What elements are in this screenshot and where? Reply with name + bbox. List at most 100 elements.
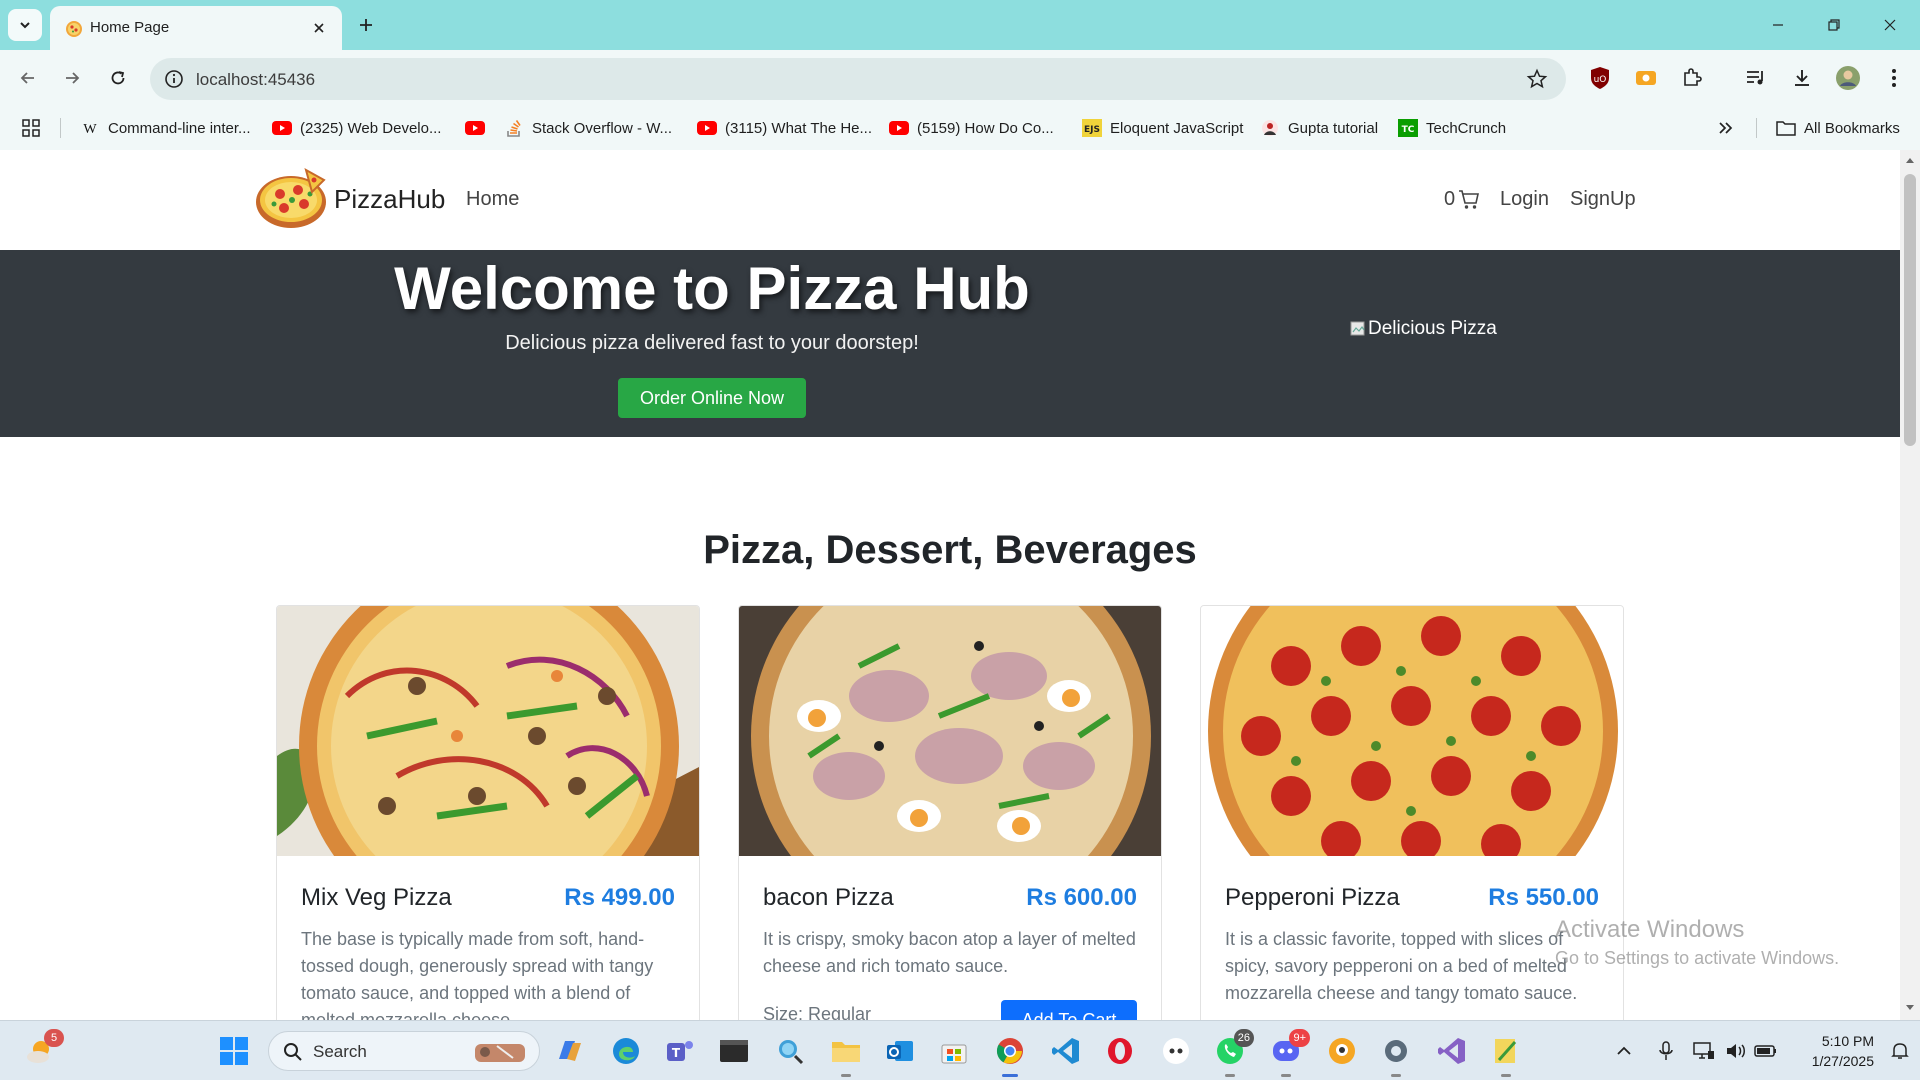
nav-signup-link[interactable]: SignUp bbox=[1570, 188, 1636, 211]
close-tab-icon[interactable] bbox=[308, 17, 330, 39]
file-explorer-app[interactable] bbox=[828, 1033, 864, 1077]
taskbar-search-box[interactable]: Search bbox=[268, 1031, 540, 1071]
brave-app[interactable] bbox=[1324, 1033, 1360, 1069]
weather-widget[interactable]: 5 bbox=[22, 1029, 64, 1069]
youtube-icon bbox=[272, 119, 292, 137]
vscode-icon bbox=[1051, 1036, 1081, 1066]
running-indicator bbox=[1391, 1074, 1401, 1077]
address-bar[interactable]: localhost:45436 bbox=[150, 58, 1566, 100]
bookmark-item[interactable]: Gupta tutorial bbox=[1260, 117, 1378, 139]
order-online-button[interactable]: Order Online Now bbox=[618, 378, 806, 418]
nav-login-link[interactable]: Login bbox=[1500, 188, 1549, 211]
bookmark-item[interactable]: (2325) Web Develo... bbox=[272, 117, 441, 139]
apps-grid-button[interactable] bbox=[22, 117, 40, 139]
bookmark-item[interactable]: EJS Eloquent JavaScript bbox=[1082, 117, 1243, 139]
all-bookmarks-button[interactable]: All Bookmarks bbox=[1776, 117, 1900, 139]
download-icon[interactable] bbox=[1788, 64, 1816, 92]
windows-taskbar: 5 Search T 26 9+ 5:10 PM 1/27/2025 bbox=[0, 1020, 1920, 1080]
browser-menu-icon[interactable] bbox=[1880, 64, 1908, 92]
minimize-button[interactable] bbox=[1758, 10, 1798, 40]
back-button[interactable] bbox=[12, 62, 44, 94]
svg-text:W: W bbox=[83, 122, 97, 135]
running-indicator bbox=[1281, 1074, 1291, 1077]
network-button[interactable] bbox=[1686, 1033, 1722, 1069]
bookmark-item[interactable]: TC TechCrunch bbox=[1398, 117, 1506, 139]
media-queue-icon[interactable] bbox=[1742, 64, 1770, 92]
coupon-extension-icon[interactable] bbox=[1632, 64, 1660, 92]
product-description: It is crispy, smoky bacon atop a layer o… bbox=[763, 929, 1136, 976]
tab-title: Home Page bbox=[90, 19, 170, 36]
site-navbar: PizzaHub Home 0 Login SignUp bbox=[0, 150, 1900, 250]
windows-logo-icon bbox=[219, 1036, 249, 1066]
add-to-cart-button[interactable]: Add To Cart bbox=[1001, 1000, 1137, 1020]
youtube-icon bbox=[465, 119, 485, 137]
teams-icon: T bbox=[665, 1037, 695, 1065]
search-app[interactable] bbox=[772, 1033, 808, 1069]
notifications-button[interactable] bbox=[1882, 1033, 1918, 1069]
copilot-app[interactable] bbox=[552, 1033, 588, 1069]
page-scrollbar[interactable] bbox=[1900, 150, 1920, 1020]
show-hidden-icons-button[interactable] bbox=[1606, 1033, 1642, 1069]
bookmark-item[interactable]: (5159) How Do Co... bbox=[889, 117, 1054, 139]
settings-app[interactable] bbox=[1378, 1033, 1414, 1077]
brand-name[interactable]: PizzaHub bbox=[334, 184, 445, 215]
reload-button[interactable] bbox=[102, 62, 134, 94]
store-icon bbox=[939, 1037, 969, 1065]
terminal-icon bbox=[719, 1038, 749, 1064]
close-window-button[interactable] bbox=[1870, 10, 1910, 40]
search-icon bbox=[283, 1042, 303, 1062]
hero-title: Welcome to Pizza Hub bbox=[394, 255, 1030, 322]
discord-app[interactable]: 9+ bbox=[1268, 1029, 1310, 1077]
restore-icon bbox=[1827, 18, 1841, 32]
bookmarks-divider bbox=[60, 118, 61, 138]
app-launcher[interactable] bbox=[1158, 1033, 1194, 1069]
outlook-app[interactable] bbox=[882, 1033, 918, 1069]
activate-windows-watermark: Activate Windows Go to Settings to activ… bbox=[1555, 916, 1839, 969]
chevron-up-icon bbox=[1616, 1046, 1632, 1056]
discord-badge: 9+ bbox=[1289, 1029, 1310, 1047]
whatsapp-app[interactable]: 26 bbox=[1212, 1029, 1254, 1077]
profile-avatar-icon[interactable] bbox=[1834, 64, 1862, 92]
scroll-up-arrow-icon[interactable] bbox=[1905, 156, 1915, 164]
bookmark-item[interactable]: Stack Overflow - W... bbox=[504, 117, 672, 139]
edge-app[interactable] bbox=[608, 1033, 644, 1069]
chrome-app[interactable] bbox=[992, 1033, 1028, 1077]
scrollbar-thumb[interactable] bbox=[1904, 174, 1916, 446]
product-size[interactable]: Size: Regular bbox=[763, 1004, 871, 1020]
bookmark-item[interactable]: W Command-line inter... bbox=[80, 117, 250, 139]
bookmark-label: Stack Overflow - W... bbox=[532, 119, 673, 137]
cart-count[interactable]: 0 bbox=[1444, 188, 1455, 211]
svg-text:EJS: EJS bbox=[1084, 125, 1100, 135]
notes-app[interactable] bbox=[1488, 1033, 1524, 1077]
svg-text:uO: uO bbox=[1594, 75, 1607, 85]
forward-button[interactable] bbox=[56, 62, 88, 94]
nav-home-link[interactable]: Home bbox=[466, 188, 519, 211]
cart-icon[interactable] bbox=[1458, 188, 1480, 210]
more-bookmarks-button[interactable] bbox=[1718, 117, 1734, 139]
system-clock[interactable]: 5:10 PM 1/27/2025 bbox=[1782, 1031, 1874, 1071]
vscode-app[interactable] bbox=[1048, 1033, 1084, 1069]
scroll-down-arrow-icon[interactable] bbox=[1905, 1004, 1915, 1012]
pizza-logo-icon[interactable] bbox=[254, 164, 328, 230]
battery-button[interactable] bbox=[1748, 1033, 1784, 1069]
visual-studio-app[interactable] bbox=[1434, 1033, 1470, 1069]
tab-search-button[interactable] bbox=[8, 9, 42, 41]
terminal-app[interactable] bbox=[716, 1033, 752, 1069]
bookmark-item[interactable] bbox=[465, 117, 493, 139]
microphone-button[interactable] bbox=[1648, 1033, 1684, 1069]
restore-button[interactable] bbox=[1814, 10, 1854, 40]
opera-app[interactable] bbox=[1102, 1033, 1138, 1069]
active-tab[interactable]: Home Page bbox=[50, 6, 342, 50]
start-button[interactable] bbox=[216, 1033, 252, 1069]
ublock-extension-icon[interactable]: uO bbox=[1586, 64, 1614, 92]
store-app[interactable] bbox=[936, 1033, 972, 1069]
bookmark-star-icon[interactable] bbox=[1526, 68, 1548, 90]
extensions-puzzle-icon[interactable] bbox=[1678, 64, 1706, 92]
teams-app[interactable]: T bbox=[662, 1033, 698, 1069]
search-label: Search bbox=[313, 1042, 367, 1061]
new-tab-button[interactable] bbox=[352, 11, 380, 39]
bookmark-item[interactable]: (3115) What The He... bbox=[697, 117, 872, 139]
svg-text:TC: TC bbox=[1402, 125, 1415, 135]
site-info-icon[interactable] bbox=[164, 69, 184, 89]
minimize-icon bbox=[1771, 18, 1785, 32]
